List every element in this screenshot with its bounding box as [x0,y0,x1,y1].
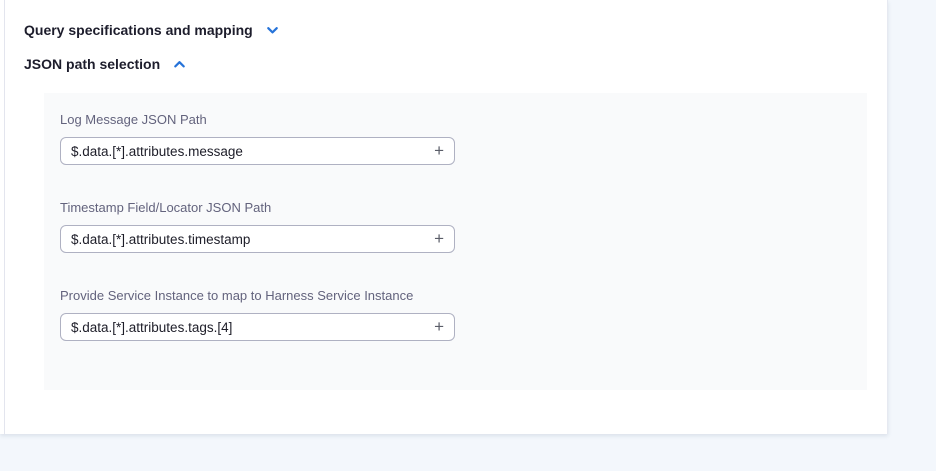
section-json-path-selection-title: JSON path selection [24,56,160,72]
log-message-json-path-input-wrap: + [60,137,455,165]
page-background: Query specifications and mapping JSON pa… [0,0,936,471]
timestamp-json-path-label: Timestamp Field/Locator JSON Path [60,200,867,215]
field-log-message-json-path: Log Message JSON Path + [60,112,867,165]
service-instance-json-path-input-wrap: + [60,313,455,341]
timestamp-json-path-input[interactable] [61,232,430,247]
plus-icon[interactable]: + [430,318,454,337]
plus-icon[interactable]: + [430,142,454,161]
field-timestamp-json-path: Timestamp Field/Locator JSON Path + [60,200,867,253]
card-left-divider [4,0,5,434]
log-message-json-path-label: Log Message JSON Path [60,112,867,127]
chevron-down-icon[interactable] [265,23,280,38]
section-query-specifications-toggle[interactable]: Query specifications and mapping [24,22,280,38]
field-service-instance-json-path: Provide Service Instance to map to Harne… [60,288,867,341]
query-mapping-card: Query specifications and mapping JSON pa… [0,0,888,434]
chevron-up-icon[interactable] [172,57,187,72]
section-query-specifications-title: Query specifications and mapping [24,22,253,38]
section-json-path-selection-toggle[interactable]: JSON path selection [24,56,187,72]
service-instance-json-path-label: Provide Service Instance to map to Harne… [60,288,867,303]
log-message-json-path-input[interactable] [61,144,430,159]
plus-icon[interactable]: + [430,230,454,249]
timestamp-json-path-input-wrap: + [60,225,455,253]
json-path-selection-panel: Log Message JSON Path + Timestamp Field/… [44,93,867,390]
service-instance-json-path-input[interactable] [61,320,430,335]
